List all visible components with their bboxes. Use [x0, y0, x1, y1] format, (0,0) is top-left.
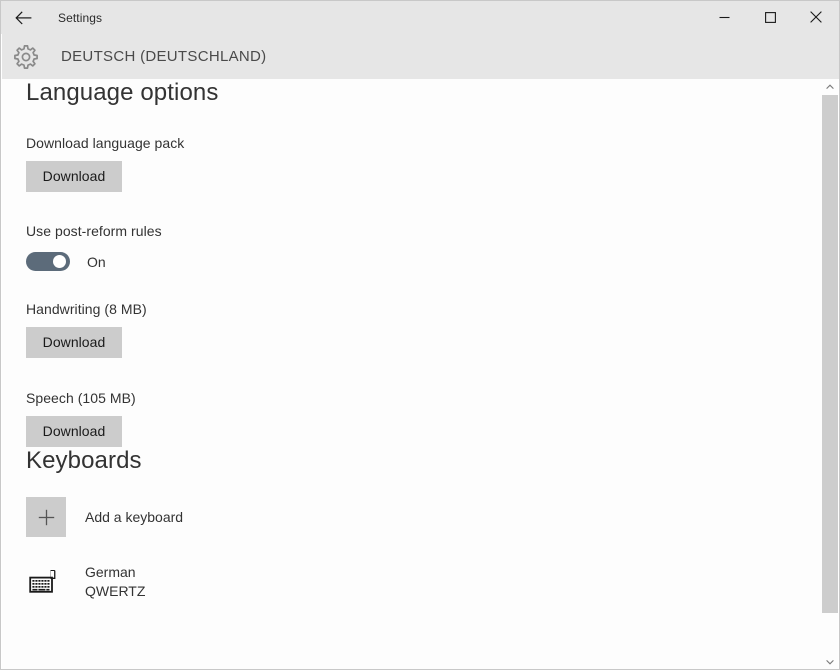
speech-label: Speech (105 MB): [26, 390, 136, 406]
post-reform-rules-row: On: [26, 252, 824, 271]
maximize-button[interactable]: [747, 1, 793, 33]
post-reform-rules-label: Use post-reform rules: [26, 223, 162, 239]
close-button[interactable]: [793, 1, 839, 33]
download-language-pack-label: Download language pack: [26, 135, 185, 151]
scroll-down-button[interactable]: [822, 654, 838, 669]
current-language-title: DEUTSCH (DEUTSCHLAND): [61, 48, 267, 65]
handwriting-label: Handwriting (8 MB): [26, 301, 147, 317]
settings-content: Language options Download language pack …: [2, 79, 824, 669]
post-reform-rules-state: On: [87, 253, 106, 270]
keyboard-item-name: German: [85, 564, 136, 580]
scroll-down-arrow-icon: [826, 659, 834, 665]
post-reform-rules-toggle[interactable]: [26, 252, 70, 271]
download-language-pack-button[interactable]: Download: [26, 161, 122, 192]
keyboard-item-text: German QWERTZ: [85, 563, 145, 601]
minimize-icon: [719, 12, 730, 23]
minimize-button[interactable]: [701, 1, 747, 33]
keyboards-heading: Keyboards: [26, 447, 142, 474]
scrollbar-track[interactable]: [822, 95, 838, 654]
settings-gear: [2, 44, 50, 70]
scroll-up-button[interactable]: [822, 79, 838, 95]
keyboard-icon: [29, 568, 63, 596]
scrollbar-thumb[interactable]: [822, 95, 838, 613]
page-header: DEUTSCH (DEUTSCHLAND): [2, 34, 839, 79]
gear-icon: [13, 44, 39, 70]
plus-icon: [38, 509, 55, 526]
close-icon: [810, 11, 822, 23]
content-scrollbar[interactable]: [822, 79, 838, 669]
back-arrow-icon: [14, 10, 32, 25]
language-options-heading: Language options: [26, 79, 219, 106]
back-button[interactable]: [1, 2, 45, 34]
maximize-icon: [764, 11, 776, 23]
title-bar: Settings: [1, 1, 839, 34]
settings-window: Settings DEUTSCH (DEUTSCHLAND) Language …: [0, 0, 840, 670]
add-keyboard-label: Add a keyboard: [85, 508, 184, 525]
add-keyboard-row[interactable]: Add a keyboard: [26, 497, 824, 537]
keyboard-list-item[interactable]: German QWERTZ: [26, 562, 824, 602]
window-title: Settings: [58, 10, 103, 25]
keyboard-icon-wrap: [26, 562, 66, 602]
window-controls: [701, 1, 839, 33]
keyboard-item-layout: QWERTZ: [85, 583, 146, 599]
download-handwriting-button[interactable]: Download: [26, 327, 122, 358]
scroll-up-arrow-icon: [826, 84, 834, 90]
toggle-knob: [53, 255, 66, 268]
download-speech-button[interactable]: Download: [26, 416, 122, 447]
add-keyboard-button[interactable]: [26, 497, 66, 537]
